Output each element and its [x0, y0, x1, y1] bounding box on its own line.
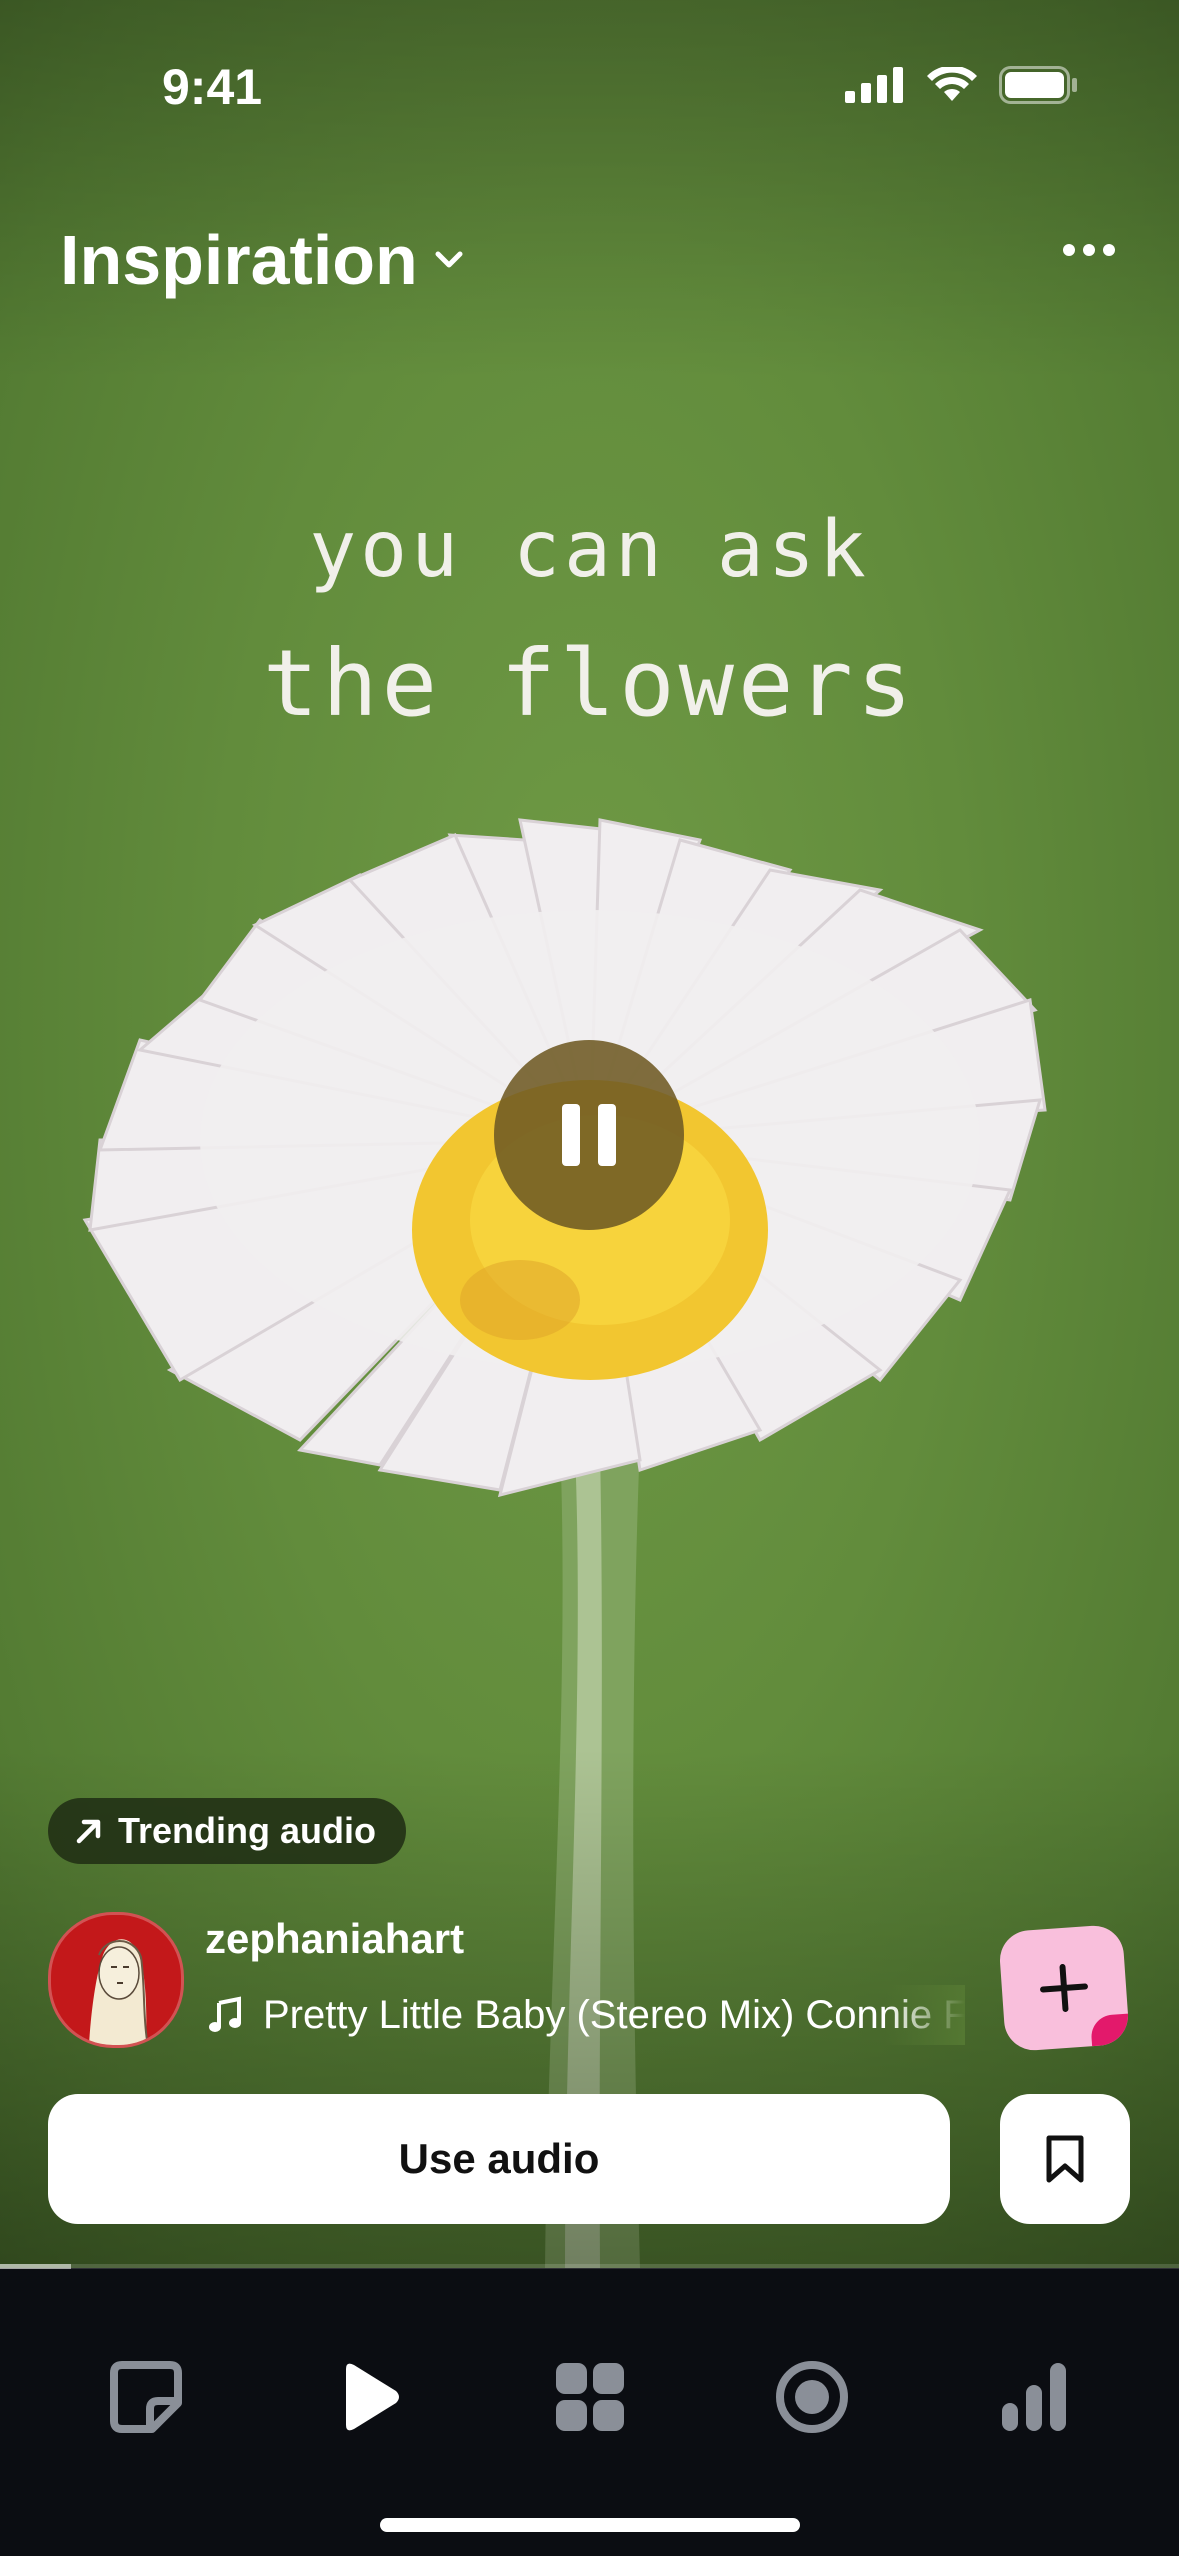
grid-icon	[556, 2363, 624, 2431]
battery-icon	[999, 66, 1077, 104]
stats-icon	[1002, 2363, 1066, 2431]
home-indicator	[380, 2518, 800, 2532]
caption-line-1: you can ask	[309, 505, 870, 595]
create-button[interactable]	[997, 1923, 1131, 2053]
tab-record[interactable]	[752, 2337, 872, 2457]
caption-line-2: the flowers	[262, 630, 917, 737]
more-options-icon[interactable]	[1059, 230, 1119, 270]
use-audio-button[interactable]: Use audio	[48, 2094, 950, 2224]
signal-icon	[845, 67, 903, 103]
tab-notes[interactable]	[86, 2337, 206, 2457]
chevron-down-icon	[435, 251, 463, 268]
audio-track-title: Pretty Little Baby (Stereo Mix) Connie F…	[263, 1992, 965, 2037]
trending-audio-chip[interactable]: Trending audio	[48, 1798, 406, 1864]
tab-play[interactable]	[308, 2337, 428, 2457]
creator-username[interactable]: zephaniahart	[205, 1915, 464, 1963]
page-title: Inspiration	[60, 221, 418, 299]
plus-icon	[1040, 1964, 1088, 2012]
save-button[interactable]	[1000, 2094, 1130, 2224]
feed-header: Inspiration	[60, 210, 1119, 310]
pause-button[interactable]	[494, 1040, 684, 1230]
play-icon	[346, 2363, 399, 2431]
trend-arrow-icon	[76, 1819, 101, 1844]
pause-icon	[562, 1104, 580, 1166]
tab-bar	[0, 2269, 1179, 2556]
status-time: 9:41	[162, 59, 263, 115]
notes-icon	[110, 2361, 182, 2433]
avatar-illustration	[51, 1915, 181, 2045]
video-progress-fill	[0, 2264, 71, 2269]
feed-selector[interactable]: Inspiration	[60, 220, 466, 300]
audio-track-row[interactable]: Pretty Little Baby (Stereo Mix) Connie F…	[205, 1985, 965, 2045]
tab-stats[interactable]	[974, 2337, 1094, 2457]
wifi-icon	[927, 67, 977, 101]
status-bar: 9:41	[0, 0, 1179, 170]
avatar[interactable]	[48, 1912, 184, 2048]
music-note-icon	[209, 1996, 241, 2032]
trending-audio-label: Trending audio	[118, 1810, 376, 1851]
record-icon	[776, 2361, 848, 2433]
tab-grid[interactable]	[530, 2337, 650, 2457]
video-progress-bar[interactable]	[0, 2264, 1179, 2269]
bookmark-icon	[1046, 2135, 1084, 2183]
